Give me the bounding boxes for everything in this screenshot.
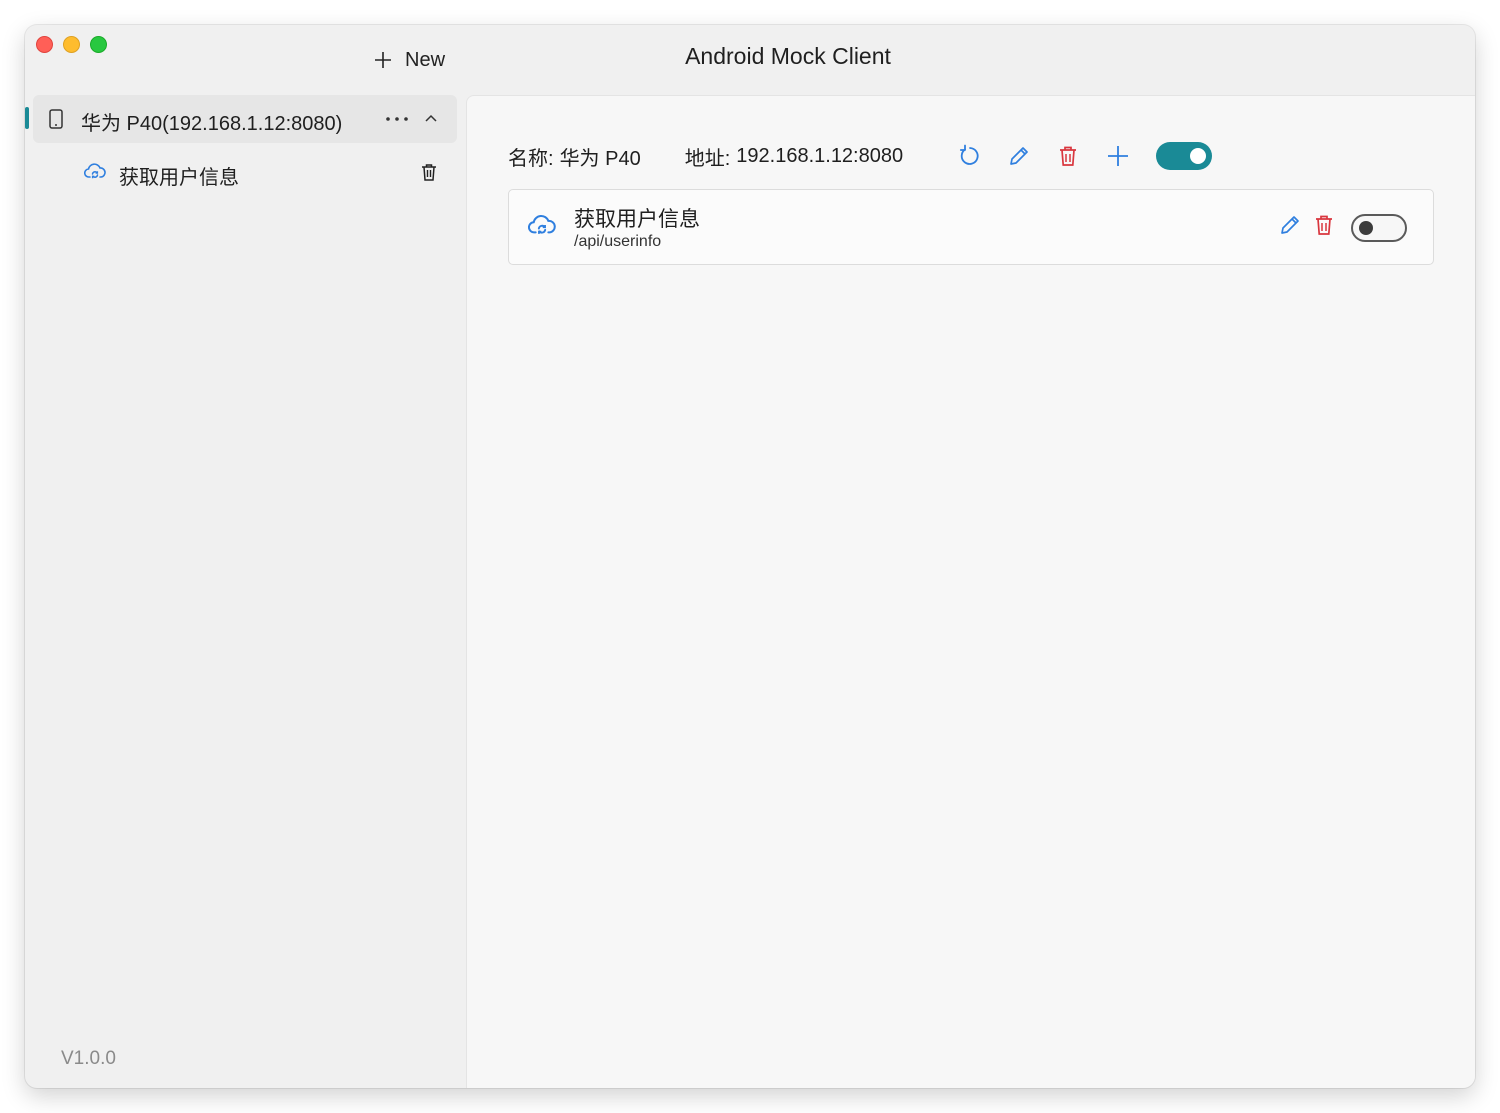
api-card-title: 获取用户信息 <box>574 208 700 231</box>
cloud-sync-icon <box>527 213 556 244</box>
main-panel: 名称: 华为 P40 地址: 192.168.1.12:8080 获取用户信息 … <box>466 95 1475 1088</box>
delete-api-icon[interactable] <box>1315 214 1333 241</box>
device-address-info: 地址: 192.168.1.12:8080 <box>685 142 903 171</box>
new-button-label: New <box>405 48 446 71</box>
toggle-knob <box>1190 148 1206 164</box>
app-title: Android Mock Client <box>685 43 891 69</box>
sidebar-device-item[interactable]: 华为 P40(192.168.1.12:8080) <box>25 95 457 143</box>
add-api-icon[interactable] <box>1104 142 1132 170</box>
window-controls <box>36 36 107 53</box>
device-name-info: 名称: 华为 P40 <box>508 142 641 171</box>
selected-indicator <box>25 107 29 129</box>
api-enabled-toggle[interactable] <box>1351 214 1407 242</box>
address-value: 192.168.1.12:8080 <box>736 144 904 167</box>
refresh-icon[interactable] <box>956 142 984 170</box>
chevron-up-icon[interactable] <box>424 110 438 131</box>
more-options-icon[interactable] <box>383 109 413 129</box>
sidebar-api-label: 获取用户信息 <box>119 167 239 189</box>
name-value: 华为 P40 <box>559 147 641 170</box>
edit-device-icon[interactable] <box>1005 142 1033 170</box>
sidebar: 华为 P40(192.168.1.12:8080) 获取用户信息 V1.0.0 <box>25 95 466 1088</box>
device-enabled-toggle[interactable] <box>1156 142 1212 170</box>
device-info-bar: 名称: 华为 P40 地址: 192.168.1.12:8080 <box>508 140 903 172</box>
maximize-window-button[interactable] <box>90 36 107 53</box>
plus-icon <box>373 50 393 70</box>
name-label: 名称: <box>508 147 554 170</box>
api-card[interactable]: 获取用户信息 /api/userinfo <box>508 189 1434 265</box>
trash-icon[interactable] <box>421 163 437 186</box>
delete-device-icon[interactable] <box>1054 142 1082 170</box>
edit-api-icon[interactable] <box>1279 214 1301 241</box>
version-label: V1.0.0 <box>61 1048 116 1069</box>
sidebar-api-item[interactable]: 获取用户信息 <box>33 151 457 195</box>
app-window: New Android Mock Client 华为 P40(192.168.1… <box>25 25 1475 1088</box>
device-label: 华为 P40(192.168.1.12:8080) <box>81 113 343 135</box>
api-card-path: /api/userinfo <box>574 233 662 250</box>
address-label: 地址: <box>684 147 731 170</box>
toggle-knob <box>1359 221 1373 235</box>
phone-icon <box>49 109 63 134</box>
close-window-button[interactable] <box>36 36 53 53</box>
cloud-sync-icon <box>83 162 106 187</box>
new-device-button[interactable]: New <box>373 45 445 75</box>
minimize-window-button[interactable] <box>63 36 80 53</box>
